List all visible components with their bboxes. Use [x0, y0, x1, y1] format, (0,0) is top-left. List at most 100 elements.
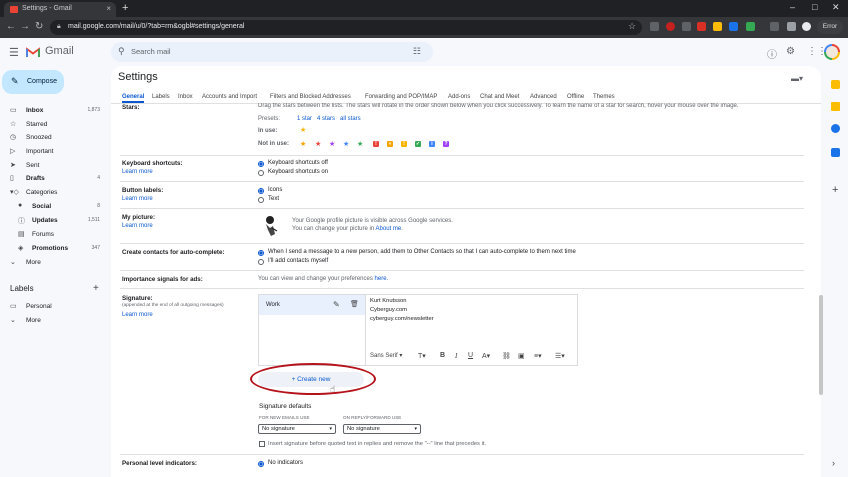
extension-icon[interactable] — [650, 22, 659, 31]
insert-before-quoted-checkbox[interactable] — [259, 441, 265, 447]
search-input[interactable]: Search mail — [131, 47, 171, 56]
keyboard-on-radio[interactable] — [258, 170, 264, 176]
orange-star-icon[interactable]: ★ — [300, 140, 306, 148]
trash-icon[interactable]: 🗑︎ — [350, 300, 359, 308]
error-button[interactable]: Error — [817, 20, 843, 34]
expand-panel-icon[interactable]: › — [832, 458, 835, 468]
sidebar-item-snoozed[interactable]: ◷ Snoozed — [0, 131, 104, 144]
learn-more-link[interactable]: Learn more — [122, 312, 153, 318]
text-radio[interactable] — [258, 197, 264, 203]
italic-icon[interactable]: I — [455, 352, 457, 360]
contacts-icon[interactable] — [831, 148, 840, 157]
url-bar[interactable]: 🔒︎ mail.google.com/mail/u/0/?tab=rm&ogbl… — [50, 20, 642, 35]
purple-question-icon[interactable]: ? — [443, 141, 449, 147]
bookmark-star-icon[interactable]: ☆ — [628, 21, 636, 32]
tab-themes[interactable]: Themes — [593, 94, 615, 100]
sidebar-item-forums[interactable]: ▤ Forums — [0, 228, 104, 241]
signature-item-work[interactable]: Work ✎ 🗑︎ — [259, 295, 365, 315]
sidebar-item-social[interactable]: ● Social 8 — [0, 200, 104, 213]
preset-4-stars[interactable]: 4 stars — [317, 116, 335, 122]
insert-image-icon[interactable]: ▣ — [518, 352, 525, 360]
reply-signature-select[interactable]: No signature ▾ — [343, 424, 421, 434]
forward-icon[interactable]: → — [20, 21, 30, 32]
keyboard-off-radio[interactable] — [258, 161, 264, 167]
new-tab-button[interactable]: + — [122, 2, 128, 14]
tab-chat-and-meet[interactable]: Chat and Meet — [480, 94, 519, 100]
text-color-icon[interactable]: A▾ — [482, 352, 490, 360]
extensions-puzzle-icon[interactable] — [770, 22, 779, 31]
avatar[interactable] — [824, 44, 840, 60]
keep-icon[interactable] — [831, 102, 840, 111]
tab-labels[interactable]: Labels — [152, 94, 170, 100]
extension-icon[interactable] — [697, 22, 706, 31]
extension-icon[interactable] — [682, 22, 691, 31]
orange-guillemet-icon[interactable]: » — [387, 141, 393, 147]
tab-general[interactable]: General — [122, 94, 145, 103]
create-label-icon[interactable]: + — [93, 283, 99, 294]
calendar-icon[interactable] — [831, 80, 840, 89]
reload-icon[interactable]: ↻ — [35, 21, 43, 32]
help-icon[interactable]: ⓘ — [767, 46, 777, 61]
search-bar[interactable]: ⚲ Search mail ☷ — [111, 42, 433, 62]
sidebar-item-starred[interactable]: ☆ Starred — [0, 118, 104, 131]
yellow-star-icon[interactable]: ★ — [300, 126, 306, 134]
gear-icon[interactable]: ⚙ — [786, 46, 795, 57]
search-icon[interactable]: ⚲ — [118, 46, 125, 57]
minimize-button[interactable]: – — [790, 2, 795, 12]
extension-icon[interactable] — [666, 22, 675, 31]
tab-offline[interactable]: Offline — [567, 94, 584, 100]
link-icon[interactable]: ⛓︎ — [502, 352, 511, 360]
compose-button[interactable]: ✎ Compose — [2, 70, 64, 94]
sidebar-item-categories[interactable]: ▾◇ Categories — [0, 186, 104, 199]
tab-filters-and-blocked-addresses[interactable]: Filters and Blocked Addresses — [270, 94, 351, 100]
tab-inbox[interactable]: Inbox — [178, 94, 193, 100]
signature-line[interactable]: Cyberguy.com — [370, 307, 407, 313]
tab-add-ons[interactable]: Add-ons — [448, 94, 470, 100]
learn-more-link[interactable]: Learn more — [122, 196, 153, 202]
no-indicators-radio[interactable] — [258, 461, 264, 467]
auto-add-contacts-radio[interactable] — [258, 250, 264, 256]
list-icon[interactable]: ☰▾ — [555, 352, 565, 360]
manual-contacts-radio[interactable] — [258, 259, 264, 265]
close-window-button[interactable]: ✕ — [832, 2, 840, 13]
extension-icon[interactable] — [729, 22, 738, 31]
font-size-icon[interactable]: T▾ — [418, 352, 426, 360]
green-star-icon[interactable]: ★ — [357, 140, 363, 148]
input-tools-icon[interactable]: ▬▾ — [791, 74, 803, 83]
sidebar-item-more[interactable]: ⌄ More — [0, 256, 104, 269]
signature-line[interactable]: cyberguy.com/newsletter — [370, 316, 434, 322]
maximize-button[interactable]: □ — [812, 2, 817, 12]
font-select[interactable]: Sans Serif ▾ — [370, 352, 402, 359]
edit-pencil-icon[interactable]: ✎ — [333, 300, 340, 309]
purple-star-icon[interactable]: ★ — [329, 140, 335, 148]
blue-info-icon[interactable]: i — [429, 141, 435, 147]
back-icon[interactable]: ← — [6, 21, 16, 32]
red-star-icon[interactable]: ★ — [315, 140, 321, 148]
about-me-link[interactable]: About me — [376, 226, 402, 232]
add-addon-icon[interactable]: + — [832, 184, 838, 196]
search-options-icon[interactable]: ☷ — [413, 46, 421, 57]
tasks-icon[interactable] — [831, 124, 840, 133]
red-bang-icon[interactable]: ! — [373, 141, 379, 147]
preset-all-stars[interactable]: all stars — [340, 116, 361, 122]
tab-accounts-and-import[interactable]: Accounts and Import — [202, 94, 257, 100]
scrollbar[interactable] — [819, 295, 823, 395]
sidebar-item-updates[interactable]: ⓘ Updates 1,511 — [0, 214, 104, 227]
label-item-more[interactable]: ⌄ More — [0, 314, 104, 327]
side-panel-icon[interactable] — [787, 22, 796, 31]
blue-star-icon[interactable]: ★ — [343, 140, 349, 148]
close-tab-icon[interactable]: × — [106, 4, 111, 13]
preferences-link[interactable]: here — [375, 276, 387, 282]
browser-tab[interactable]: Settings - Gmail × — [4, 2, 116, 17]
signature-line[interactable]: Kurt Knutsson — [370, 298, 406, 304]
extension-icon[interactable] — [713, 22, 722, 31]
sidebar-item-sent[interactable]: ➤ Sent — [0, 159, 104, 172]
extension-icon[interactable] — [746, 22, 755, 31]
align-icon[interactable]: ≡▾ — [534, 352, 542, 360]
yellow-bang-icon[interactable]: ! — [401, 141, 407, 147]
sidebar-item-promotions[interactable]: ◈ Promotions 347 — [0, 242, 104, 255]
sidebar-item-important[interactable]: ▷ Important — [0, 145, 104, 158]
main-menu-icon[interactable]: ☰ — [9, 46, 19, 59]
label-item-personal[interactable]: ▭ Personal — [0, 300, 104, 313]
icons-radio[interactable] — [258, 188, 264, 194]
